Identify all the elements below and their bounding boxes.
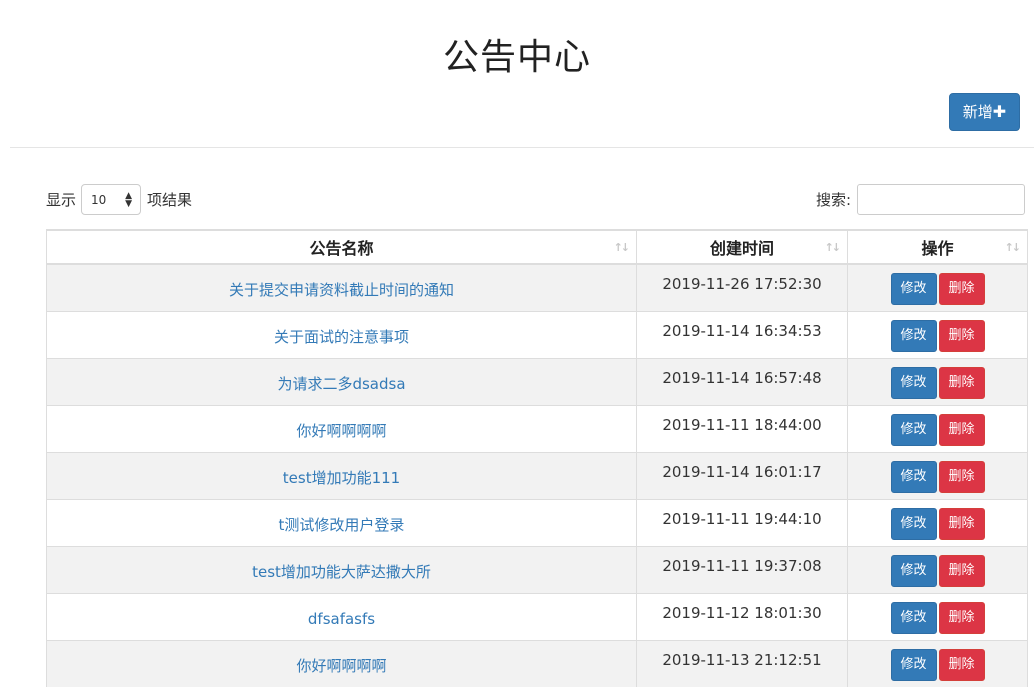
announcement-title-link[interactable]: 为请求二多dsadsa [277,375,405,393]
table-row: 你好啊啊啊啊 2019-11-13 21:12:51 修改 删除 [46,639,1028,687]
announcement-title-link[interactable]: 关于面试的注意事项 [274,328,409,346]
actions-cell: 修改 删除 [847,310,1028,358]
actions-cell: 修改 删除 [847,451,1028,499]
table-row: 为请求二多dsadsa 2019-11-14 16:57:48 修改 删除 [46,357,1028,405]
delete-button[interactable]: 删除 [938,507,985,540]
search-label: 搜索: [816,191,852,209]
column-header-name[interactable]: 公告名称 ↑↓ [46,229,637,265]
table-row: 你好啊啊啊啊 2019-11-11 18:44:00 修改 删除 [46,404,1028,452]
actions-cell: 修改 删除 [847,498,1028,546]
actions-cell: 修改 删除 [847,592,1028,640]
announcement-title-link[interactable]: t测试修改用户登录 [279,516,405,534]
created-time-cell: 2019-11-11 19:37:08 [636,545,848,593]
sort-icon: ↑↓ [1004,241,1022,254]
delete-button[interactable]: 删除 [938,413,985,446]
announcement-title-link[interactable]: test增加功能大萨达撒大所 [252,563,431,581]
updown-arrow-icon: ▲ ▼ [125,190,133,209]
name-cell: 为请求二多dsadsa [46,357,637,405]
delete-button[interactable]: 删除 [938,648,985,681]
show-suffix-label: 项结果 [147,191,193,209]
column-header-time[interactable]: 创建时间 ↑↓ [636,229,848,265]
created-time-cell: 2019-11-11 18:44:00 [636,404,848,452]
name-cell: t测试修改用户登录 [46,498,637,546]
delete-button[interactable]: 删除 [938,601,985,634]
name-cell: 你好啊啊啊啊 [46,639,637,687]
page-length-select[interactable]: 10 ▲ ▼ [81,184,142,215]
edit-button[interactable]: 修改 [890,648,937,681]
table-body: 关于提交申请资料截止时间的通知 2019-11-26 17:52:30 修改 删除 关于… [46,263,1028,687]
actions-cell: 修改 删除 [847,639,1028,687]
name-cell: test增加功能大萨达撒大所 [46,545,637,593]
column-header-actions[interactable]: 操作 ↑↓ [847,229,1028,265]
delete-button[interactable]: 删除 [938,272,985,305]
edit-button[interactable]: 修改 [890,554,937,587]
announcement-title-link[interactable]: dfsafasfs [308,610,375,628]
page-length-value: 10 [91,192,107,207]
name-cell: 关于提交申请资料截止时间的通知 [46,263,637,311]
announcement-table: 公告名称 ↑↓ 创建时间 ↑↓ 操作 ↑↓ 关于提交申请资料截止时间的通知 2019-1… [46,229,1028,687]
sort-icon: ↑↓ [824,241,842,254]
search-input[interactable] [857,184,1026,215]
delete-button[interactable]: 删除 [938,366,985,399]
created-time-cell: 2019-11-12 18:01:30 [636,592,848,640]
plus-icon: ✚ [992,102,1007,121]
page-title: 公告中心 [442,37,591,78]
announcement-title-link[interactable]: 你好啊啊啊啊 [296,422,386,440]
announcement-title-link[interactable]: 你好啊啊啊啊 [296,657,386,675]
created-time-cell: 2019-11-11 19:44:10 [636,498,848,546]
sort-icon: ↑↓ [613,241,631,254]
actions-cell: 修改 删除 [847,263,1028,311]
edit-button[interactable]: 修改 [890,319,937,352]
table-row: dfsafasfs 2019-11-12 18:01:30 修改 删除 [46,592,1028,640]
edit-button[interactable]: 修改 [890,413,937,446]
search-control: 搜索: [816,184,1026,215]
table-row: test增加功能111 2019-11-14 16:01:17 修改 删除 [46,451,1028,499]
actions-cell: 修改 删除 [847,545,1028,593]
add-button-label: 新增 [962,103,993,121]
announcement-title-link[interactable]: 关于提交申请资料截止时间的通知 [229,281,454,299]
actions-cell: 修改 删除 [847,357,1028,405]
name-cell: 你好啊啊啊啊 [46,404,637,452]
edit-button[interactable]: 修改 [890,601,937,634]
edit-button[interactable]: 修改 [890,272,937,305]
add-button[interactable]: 新增✚ [949,93,1020,131]
actions-cell: 修改 删除 [847,404,1028,452]
header-divider [10,147,1034,148]
edit-button[interactable]: 修改 [890,460,937,493]
delete-button[interactable]: 删除 [938,554,985,587]
table-row: t测试修改用户登录 2019-11-11 19:44:10 修改 删除 [46,498,1028,546]
name-cell: test增加功能111 [46,451,637,499]
name-cell: 关于面试的注意事项 [46,310,637,358]
created-time-cell: 2019-11-14 16:01:17 [636,451,848,499]
delete-button[interactable]: 删除 [938,460,985,493]
table-row: 关于面试的注意事项 2019-11-14 16:34:53 修改 删除 [46,310,1028,358]
edit-button[interactable]: 修改 [890,507,937,540]
announcement-title-link[interactable]: test增加功能111 [283,469,400,487]
table-header-row: 公告名称 ↑↓ 创建时间 ↑↓ 操作 ↑↓ [46,229,1028,265]
created-time-cell: 2019-11-13 21:12:51 [636,639,848,687]
created-time-cell: 2019-11-26 17:52:30 [636,263,848,311]
delete-button[interactable]: 删除 [938,319,985,352]
edit-button[interactable]: 修改 [890,366,937,399]
table-row: 关于提交申请资料截止时间的通知 2019-11-26 17:52:30 修改 删除 [46,263,1028,311]
page-length-control: 显示 10 ▲ ▼ 项结果 [46,184,192,215]
table-row: test增加功能大萨达撒大所 2019-11-11 19:37:08 修改 删除 [46,545,1028,593]
name-cell: dfsafasfs [46,592,637,640]
created-time-cell: 2019-11-14 16:57:48 [636,357,848,405]
created-time-cell: 2019-11-14 16:34:53 [636,310,848,358]
show-prefix-label: 显示 [46,191,77,209]
